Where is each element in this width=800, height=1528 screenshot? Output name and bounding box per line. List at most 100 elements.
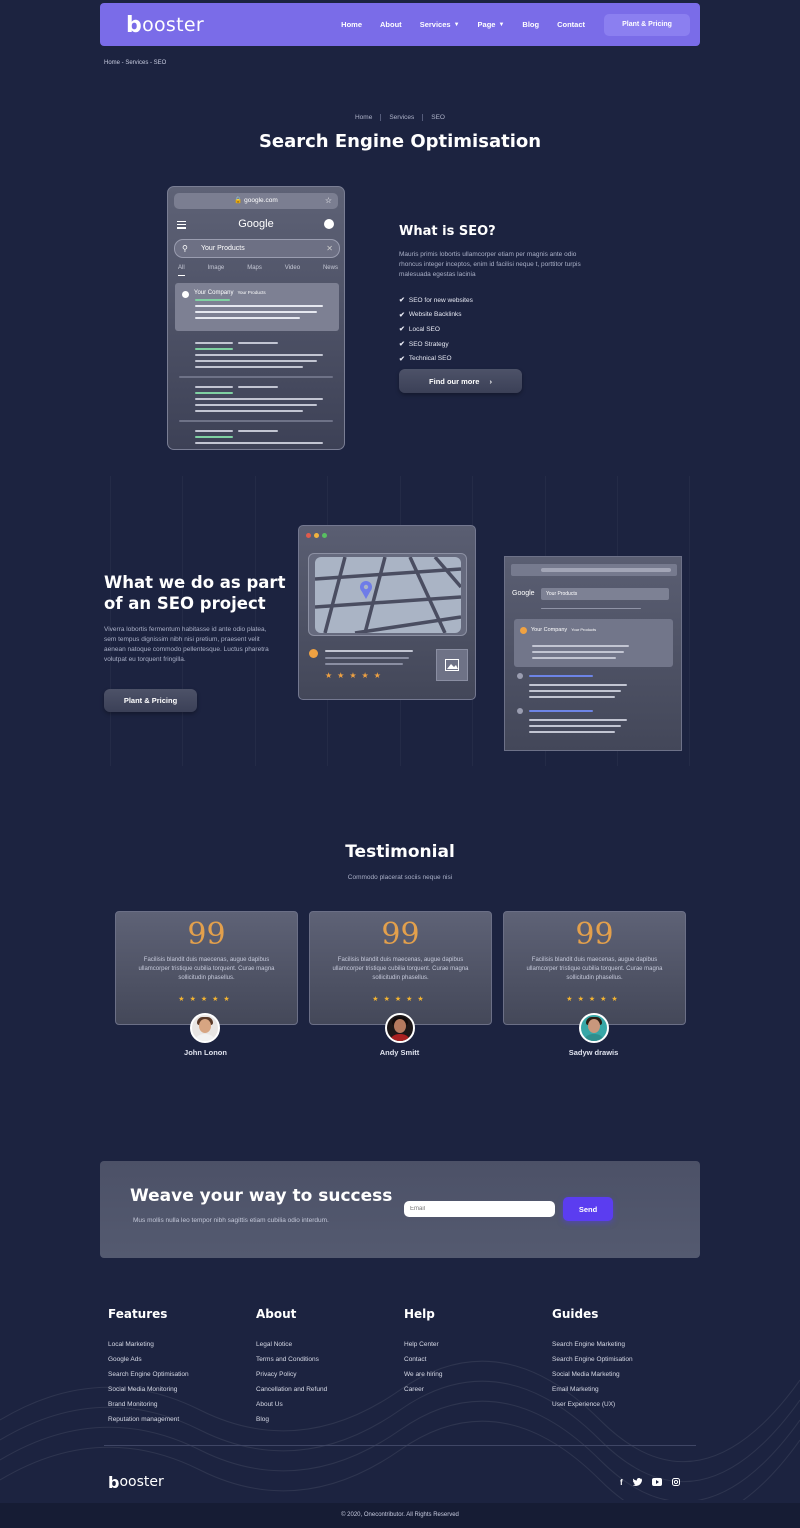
footer-link[interactable]: Career: [404, 1386, 443, 1401]
main-menu: Home About Services ▼ Page ▼ Blog Contact …: [332, 13, 690, 36]
result-line: [195, 354, 323, 356]
result-line: [195, 342, 233, 344]
footer-link[interactable]: Privacy Policy: [256, 1371, 327, 1386]
footer-link[interactable]: Google Ads: [108, 1356, 189, 1371]
footer-link[interactable]: Legal Notice: [256, 1341, 327, 1356]
breadcrumb: Home Services SEO: [0, 114, 800, 121]
breadcrumb-services[interactable]: Services: [381, 114, 424, 121]
facebook-icon[interactable]: f: [620, 1478, 623, 1488]
seo-project-paragraph: Viverra lobortis fermentum habitasse id …: [104, 626, 269, 663]
twitter-icon[interactable]: [632, 1478, 642, 1488]
youtube-icon[interactable]: [651, 1478, 662, 1488]
map-card-mockup: ★★★★★: [298, 525, 476, 700]
map-frame: [308, 553, 467, 636]
footer-link[interactable]: Local Marketing: [108, 1341, 189, 1356]
find-out-more-button[interactable]: Find our more ›: [399, 369, 522, 393]
footer-column-about: About Legal Notice Terms and Conditions …: [256, 1307, 327, 1431]
chevron-down-icon: ▼: [498, 21, 505, 28]
result-title: Your Company Your Products: [531, 627, 596, 633]
plant-pricing-button[interactable]: Plant & Pricing: [604, 13, 690, 36]
footer-link[interactable]: Search Engine Marketing: [552, 1341, 633, 1356]
footer-link[interactable]: About Us: [256, 1401, 327, 1416]
nav-label: Home: [341, 20, 363, 29]
testimonial-text: Facilisis blandit duis maecenas, augue d…: [332, 957, 469, 981]
button-label: Plant & Pricing: [123, 696, 178, 705]
footer-link[interactable]: Help Center: [404, 1341, 443, 1356]
result-product: Your Products: [571, 627, 597, 632]
footer-logo[interactable]: b ooster: [108, 1474, 164, 1491]
check-icon: ✔: [399, 326, 405, 334]
window-dot-green: [322, 533, 327, 538]
list-item: ✔ Technical SEO: [399, 351, 473, 366]
list-item-label: Technical SEO: [408, 355, 452, 363]
result-line: [195, 404, 317, 406]
result-line: [195, 348, 233, 350]
footer-link[interactable]: Email Marketing: [552, 1386, 633, 1401]
result-line: [238, 342, 278, 344]
footer-link[interactable]: Social Media Monitoring: [108, 1386, 189, 1401]
result-line: [529, 725, 621, 727]
result-line: [195, 317, 300, 319]
testimonial-name: Sadyw drawis: [568, 1048, 619, 1057]
footer-link[interactable]: User Experience (UX): [552, 1401, 633, 1416]
footer-link[interactable]: We are hiring: [404, 1371, 443, 1386]
footer-link[interactable]: Reputation management: [108, 1416, 189, 1431]
list-item: ✔ SEO Strategy: [399, 337, 473, 352]
footer-column-title: Features: [108, 1307, 168, 1321]
mock-tab: Image: [207, 265, 225, 271]
star-icon: ☆: [324, 196, 332, 205]
footer-link[interactable]: Contact: [404, 1356, 443, 1371]
footer-link[interactable]: Blog: [256, 1416, 327, 1431]
result-product: Your Products: [237, 290, 266, 295]
footer-link[interactable]: Cancellation and Refund: [256, 1386, 327, 1401]
email-field[interactable]: [404, 1201, 555, 1217]
what-is-seo-heading: What is SEO?: [399, 224, 496, 239]
footer-link[interactable]: Brand Monitoring: [108, 1401, 189, 1416]
result-line: [195, 410, 303, 412]
list-item: ✔ Local SEO: [399, 322, 473, 337]
address-bar: [541, 568, 671, 572]
google-header: Google: [168, 217, 344, 233]
footer-column-guides: Guides Search Engine Marketing Search En…: [552, 1307, 633, 1416]
seo-project-heading: What we do as part of an SEO project: [104, 572, 285, 614]
divider: [179, 376, 333, 378]
footer-link[interactable]: Social Media Marketing: [552, 1371, 633, 1386]
testimonial-card: 99 Facilisis blandit duis maecenas, augu…: [115, 911, 298, 1025]
nav-item-contact[interactable]: Contact: [557, 20, 585, 29]
window-controls: [306, 533, 327, 538]
image-icon: [436, 649, 468, 681]
quote-icon: 99: [381, 917, 420, 952]
info-line: [325, 650, 413, 652]
nav-label: About: [380, 20, 402, 29]
testimonial-heading: Testimonial: [345, 842, 455, 862]
breadcrumb-home[interactable]: Home: [347, 114, 382, 121]
plant-pricing-section-button[interactable]: Plant & Pricing: [104, 689, 197, 712]
chevron-right-icon: ›: [489, 376, 492, 386]
logo-text: ooster: [142, 13, 204, 36]
check-icon: ✔: [399, 355, 405, 363]
result-line: [532, 645, 629, 647]
nav-item-about[interactable]: About: [380, 20, 402, 29]
result-line: [529, 684, 627, 686]
result-link-line: [529, 675, 593, 677]
info-line: [325, 657, 409, 659]
footer-link[interactable]: Terms and Conditions: [256, 1356, 327, 1371]
result-link-line: [529, 710, 593, 712]
instagram-icon[interactable]: [671, 1478, 680, 1488]
result-line: [195, 398, 323, 400]
window-dot-red: [306, 533, 311, 538]
footer-link[interactable]: Search Engine Optimisation: [552, 1356, 633, 1371]
result-line: [195, 311, 317, 313]
avatar: [579, 1013, 609, 1043]
send-button[interactable]: Send: [563, 1197, 613, 1221]
footer-link[interactable]: Search Engine Optimisation: [108, 1371, 189, 1386]
google-logo: Google: [512, 590, 535, 597]
nav-item-page[interactable]: Page ▼: [478, 20, 505, 29]
url-text: google.com: [244, 197, 278, 204]
nav-item-services[interactable]: Services ▼: [420, 20, 460, 29]
nav-item-home[interactable]: Home: [341, 20, 362, 29]
nav-item-blog[interactable]: Blog: [522, 20, 539, 29]
brand-logo[interactable]: b ooster: [126, 13, 204, 37]
mock-tab: News: [322, 265, 338, 271]
rating-stars: ★★★★★: [325, 671, 386, 680]
